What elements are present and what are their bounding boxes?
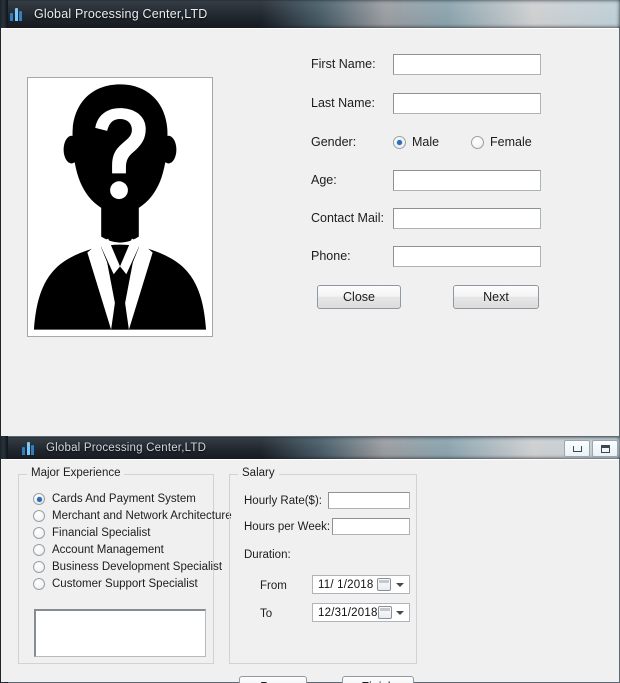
last-name-input[interactable] [393, 93, 541, 114]
titlebar-experience[interactable]: Global Processing Center,LTD [0, 437, 620, 459]
calendar-icon [378, 606, 392, 619]
client-area-experience: Major Experience Cards And Payment Syste… [1, 459, 619, 682]
gender-female-label: Female [490, 135, 532, 149]
major-experience-radio-list: Cards And Payment System Merchant and Ne… [33, 491, 232, 593]
gender-radio-female[interactable]: Female [471, 135, 532, 149]
phone-label: Phone: [311, 249, 393, 263]
experience-option-label: Account Management [52, 544, 164, 556]
gender-male-label: Male [412, 135, 439, 149]
radio-dot-icon [471, 136, 484, 149]
experience-option-merchant-and-network-architecture[interactable]: Merchant and Network Architecture [33, 508, 232, 524]
contact-mail-label: Contact Mail: [311, 211, 393, 225]
maximize-icon [601, 445, 610, 453]
experience-option-business-development-specialist[interactable]: Business Development Specialist [33, 559, 232, 575]
hourly-rate-label: Hourly Rate($): [244, 495, 322, 507]
age-label: Age: [311, 173, 393, 187]
window-title: Global Processing Center,LTD [34, 7, 208, 21]
field-row-age: Age: [311, 169, 541, 191]
phone-input[interactable] [393, 246, 541, 267]
experience-option-customer-support-specialist[interactable]: Customer Support Specialist [33, 576, 232, 592]
calendar-icon [377, 578, 391, 591]
hours-per-week-input[interactable] [332, 518, 410, 535]
finish-button[interactable]: Finish [342, 676, 414, 683]
radio-dot-icon [33, 544, 45, 556]
from-date-picker[interactable]: 11/ 1/2018 [312, 575, 410, 594]
window-personal-details: Global Processing Center,LTD [0, 0, 620, 437]
client-area-personal: First Name: Last Name: Gender: Male Fema… [1, 28, 619, 436]
field-row-last-name: Last Name: [311, 92, 541, 114]
age-input[interactable] [393, 170, 541, 191]
experience-option-label: Business Development Specialist [52, 561, 222, 573]
maximize-button[interactable] [592, 440, 618, 457]
hours-per-week-label: Hours per Week: [244, 521, 330, 533]
bar-chart-icon [22, 441, 38, 455]
window-experience-salary: Global Processing Center,LTD Major Exper… [0, 437, 620, 683]
minimize-button[interactable] [564, 440, 590, 457]
avatar [27, 77, 213, 337]
chevron-down-icon[interactable] [394, 611, 407, 615]
prev-button[interactable]: Prev [239, 676, 307, 683]
to-date-value: 12/31/2018 [313, 607, 378, 619]
contact-mail-input[interactable] [393, 208, 541, 229]
experience-notes-textarea[interactable] [34, 609, 206, 657]
radio-dot-icon [33, 578, 45, 590]
group-salary-title: Salary [238, 467, 279, 479]
from-label: From [260, 580, 287, 592]
experience-option-account-management[interactable]: Account Management [33, 542, 232, 558]
experience-option-financial-specialist[interactable]: Financial Specialist [33, 525, 232, 541]
last-name-label: Last Name: [311, 96, 393, 110]
screen-root: Global Processing Center,LTD [0, 0, 620, 683]
radio-dot-icon [33, 561, 45, 573]
gender-radio-male[interactable]: Male [393, 135, 471, 149]
duration-label: Duration: [244, 549, 291, 561]
field-row-gender: Gender: Male Female [311, 131, 532, 153]
group-major-experience: Major Experience Cards And Payment Syste… [18, 474, 214, 664]
hourly-rate-input[interactable] [328, 492, 410, 509]
group-salary: Salary Hourly Rate($): Hours per Week: D… [229, 474, 417, 664]
first-name-input[interactable] [393, 54, 541, 75]
window-controls [564, 440, 618, 457]
radio-dot-icon [33, 527, 45, 539]
minimize-icon [573, 446, 582, 452]
anonymous-person-question-mark-avatar [28, 78, 212, 336]
titlebar-personal[interactable]: Global Processing Center,LTD [0, 0, 620, 28]
from-date-value: 11/ 1/2018 [313, 579, 377, 591]
field-row-contact-mail: Contact Mail: [311, 207, 541, 229]
radio-dot-icon [393, 136, 406, 149]
experience-option-label: Customer Support Specialist [52, 578, 198, 590]
bar-chart-icon [10, 7, 26, 21]
radio-dot-icon [33, 510, 45, 522]
experience-option-cards-and-payment-system[interactable]: Cards And Payment System [33, 491, 232, 507]
close-button[interactable]: Close [317, 285, 401, 309]
next-button[interactable]: Next [453, 285, 539, 309]
gender-label: Gender: [311, 135, 393, 149]
group-major-experience-title: Major Experience [27, 467, 124, 479]
experience-option-label: Merchant and Network Architecture [52, 510, 232, 522]
window-title: Global Processing Center,LTD [46, 442, 206, 454]
first-name-label: First Name: [311, 57, 393, 71]
experience-option-label: Financial Specialist [52, 527, 150, 539]
to-label: To [260, 608, 272, 620]
radio-dot-icon [33, 493, 45, 505]
experience-option-label: Cards And Payment System [52, 493, 196, 505]
chevron-down-icon[interactable] [393, 583, 406, 587]
field-row-phone: Phone: [311, 245, 541, 267]
to-date-picker[interactable]: 12/31/2018 [312, 603, 410, 622]
field-row-first-name: First Name: [311, 53, 541, 75]
